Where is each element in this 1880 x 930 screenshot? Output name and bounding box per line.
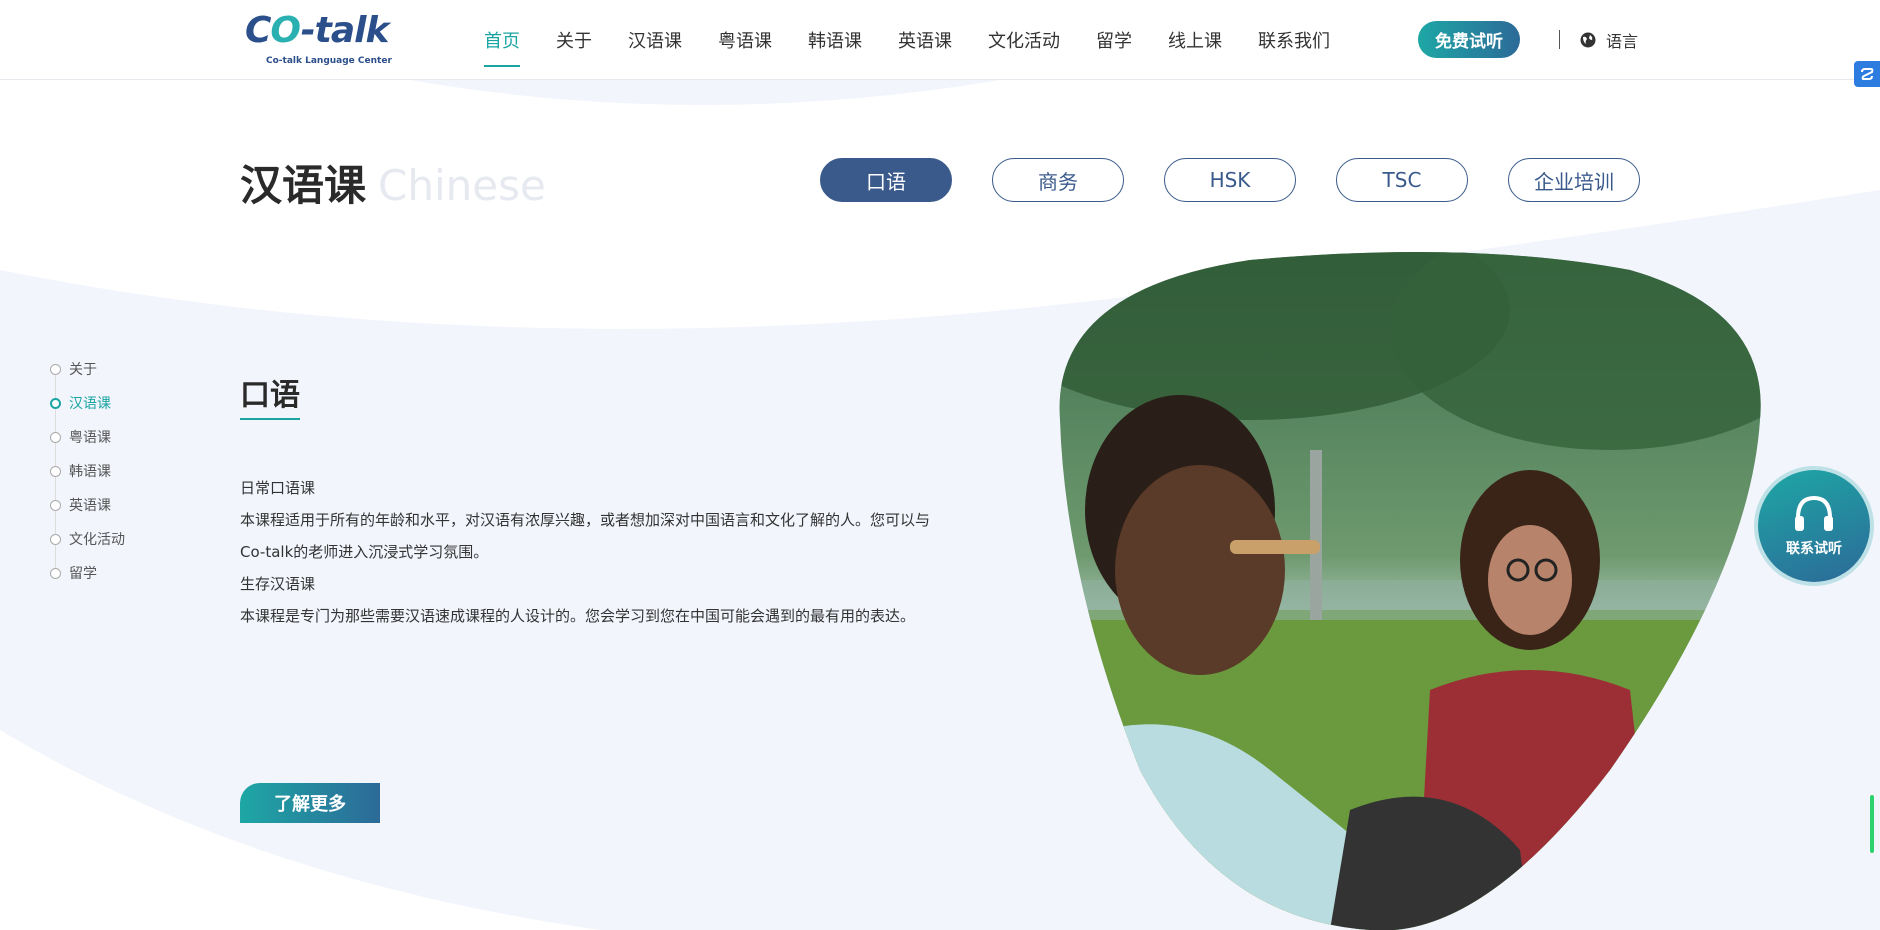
nav-item-about[interactable]: 关于: [556, 27, 592, 53]
side-nav-label: 关于: [69, 362, 97, 378]
nav-item-online[interactable]: 线上课: [1168, 27, 1222, 53]
headset-icon: [1795, 495, 1833, 531]
course-heading-daily: 日常口语课: [240, 479, 316, 497]
free-trial-button[interactable]: 免费试听: [1418, 21, 1520, 58]
side-nav-item-about[interactable]: 关于: [50, 352, 125, 386]
side-nav-dot: [50, 533, 61, 545]
language-switcher[interactable]: 语言: [1580, 28, 1638, 52]
side-nav-item-cantonese[interactable]: 粤语课: [50, 420, 125, 454]
side-nav-dot: [50, 499, 61, 511]
side-nav-label: 英语课: [69, 498, 111, 514]
side-nav-label: 留学: [69, 566, 97, 582]
course-desc-daily: 本课程适用于所有的年龄和水平，对汉语有浓厚兴趣，或者想加深对中国语言和文化了解的…: [240, 511, 931, 561]
side-nav-label: 韩语课: [69, 464, 111, 480]
section-title-en: Chinese: [378, 161, 546, 210]
side-nav-item-english[interactable]: 英语课: [50, 488, 125, 522]
nav-item-contact[interactable]: 联系我们: [1258, 27, 1330, 53]
side-nav-item-study-abroad[interactable]: 留学: [50, 556, 125, 590]
learn-more-button[interactable]: 了解更多: [240, 783, 380, 823]
side-widget-tab[interactable]: [1854, 61, 1880, 87]
tab-speaking[interactable]: 口语: [820, 158, 952, 202]
logo-subtitle: Co-talk Language Center: [266, 56, 392, 66]
side-nav-item-chinese[interactable]: 汉语课: [50, 386, 125, 420]
logo-mark: CO-talk: [245, 10, 389, 51]
section-title: 汉语课 Chinese: [240, 152, 546, 213]
language-label: 语言: [1606, 32, 1639, 51]
tab-tsc[interactable]: TSC: [1336, 158, 1468, 202]
logo[interactable]: CO-talk Co-talk Language Center: [240, 10, 400, 70]
course-tabs: 口语 商务 HSK TSC 企业培训: [820, 158, 1640, 202]
side-nav-dot: [50, 397, 61, 409]
side-nav-dot: [50, 431, 61, 443]
course-photo: [1059, 252, 1761, 930]
nav-item-korean[interactable]: 韩语课: [808, 27, 862, 53]
contact-trial-float-button[interactable]: 联系试听: [1758, 470, 1870, 582]
main-nav: 首页 关于 汉语课 粤语课 韩语课 英语课 文化活动 留学 线上课 联系我们: [484, 0, 1366, 80]
side-nav-dot: [50, 363, 61, 375]
header-divider: [1559, 30, 1560, 49]
content-title-underline: [240, 418, 300, 420]
globe-icon: [1580, 32, 1596, 48]
nav-item-chinese[interactable]: 汉语课: [628, 27, 682, 53]
content-body: 日常口语课 本课程适用于所有的年龄和水平，对汉语有浓厚兴趣，或者想加深对中国语言…: [240, 472, 940, 632]
course-desc-survival: 本课程是专门为那些需要汉语速成课程的人设计的。您会学习到您在中国可能会遇到的最有…: [240, 607, 916, 625]
scroll-indicator[interactable]: [1870, 795, 1874, 853]
tab-hsk[interactable]: HSK: [1164, 158, 1296, 202]
side-nav: 关于 汉语课 粤语课 韩语课 英语课 文化活动 留学: [50, 352, 125, 590]
content-title: 口语: [240, 378, 300, 413]
side-nav-item-culture[interactable]: 文化活动: [50, 522, 125, 556]
course-heading-survival: 生存汉语课: [240, 575, 316, 593]
side-nav-label: 粤语课: [69, 430, 111, 446]
side-nav-label: 文化活动: [69, 532, 125, 548]
nav-item-cantonese[interactable]: 粤语课: [718, 27, 772, 53]
side-nav-item-korean[interactable]: 韩语课: [50, 454, 125, 488]
nav-item-culture[interactable]: 文化活动: [988, 27, 1060, 53]
side-nav-dot: [50, 465, 61, 477]
side-nav-dot: [50, 567, 61, 579]
section-title-zh: 汉语课: [240, 161, 367, 210]
nav-item-study-abroad[interactable]: 留学: [1096, 27, 1132, 53]
tab-business[interactable]: 商务: [992, 158, 1124, 202]
tab-corporate-training[interactable]: 企业培训: [1508, 158, 1640, 202]
side-nav-label: 汉语课: [69, 396, 111, 412]
nav-item-home[interactable]: 首页: [484, 27, 520, 67]
link-icon: [1861, 68, 1874, 80]
nav-item-english[interactable]: 英语课: [898, 27, 952, 53]
site-header: CO-talk Co-talk Language Center 首页 关于 汉语…: [0, 0, 1880, 80]
contact-trial-label: 联系试听: [1786, 541, 1842, 557]
